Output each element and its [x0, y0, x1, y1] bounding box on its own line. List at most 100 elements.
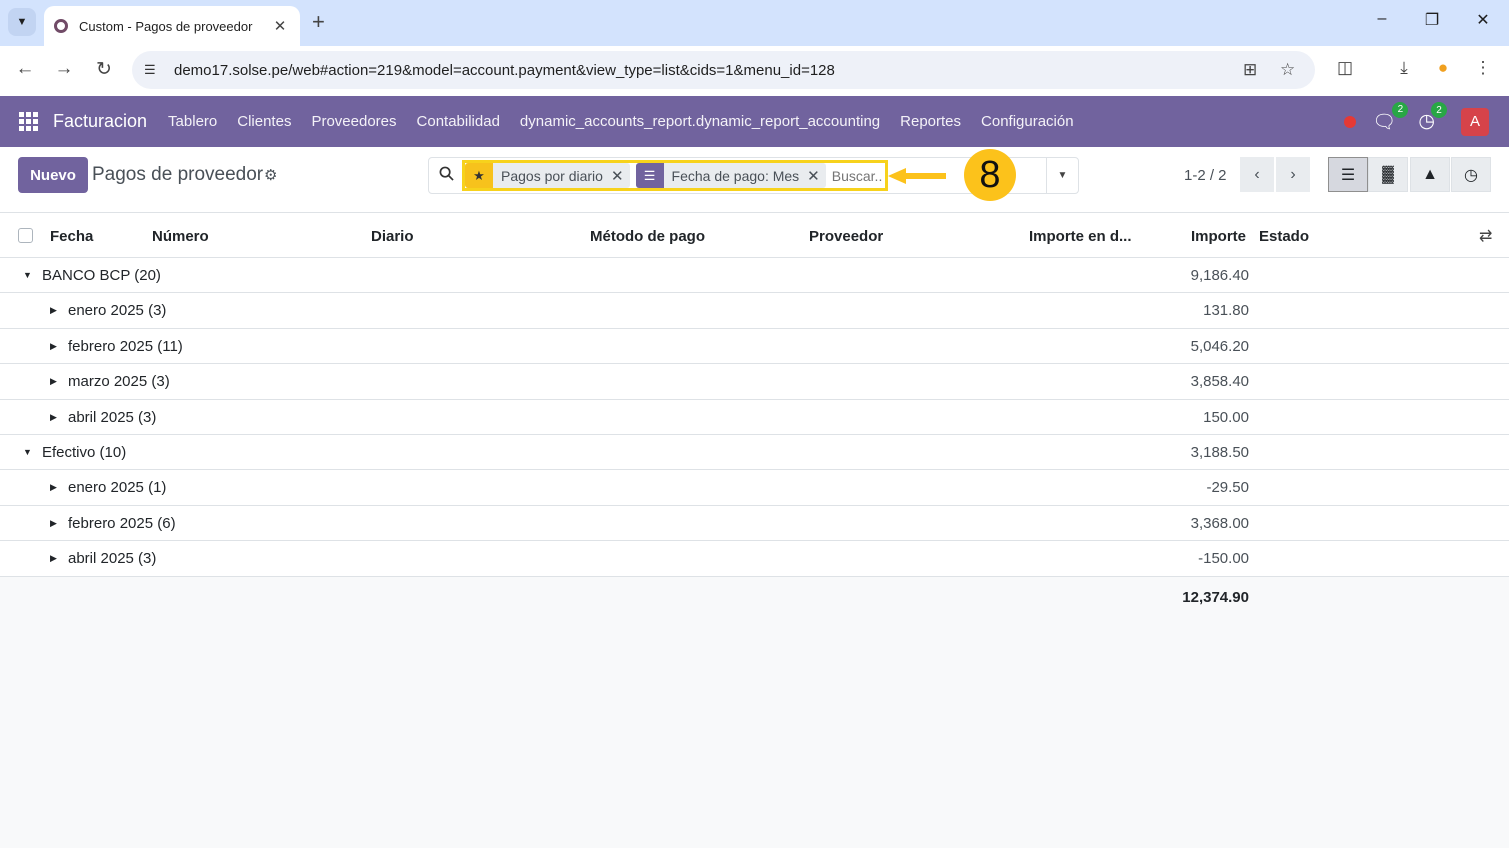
- messages-icon[interactable]: 🗨 2: [1372, 101, 1409, 134]
- caret-right-icon: ▶: [50, 482, 57, 493]
- subgroup-amount: 131.80: [1203, 302, 1249, 320]
- subgroup-amount: -150.00: [1198, 550, 1249, 568]
- group-label: BANCO BCP (20): [42, 267, 161, 284]
- subgroup-label: abril 2025 (3): [68, 408, 157, 426]
- star-icon: ★: [465, 163, 493, 188]
- column-diario[interactable]: Diario: [371, 228, 414, 245]
- menu-tablero[interactable]: Tablero: [168, 113, 217, 130]
- column-estado[interactable]: Estado: [1259, 228, 1309, 245]
- menu-dynamic-report[interactable]: dynamic_accounts_report.dynamic_report_a…: [520, 113, 880, 130]
- group-row[interactable]: ▼ BANCO BCP (20) 9,186.40: [0, 258, 1509, 294]
- menu-configuracion[interactable]: Configuración: [981, 113, 1074, 130]
- facet-group-by-fecha: ☰ Fecha de pago: Mes ✕: [635, 163, 826, 188]
- subgroup-row[interactable]: ▶ abril 2025 (3) 150.00: [0, 400, 1509, 435]
- kanban-view-icon[interactable]: ▓: [1368, 157, 1408, 192]
- bookmark-star-icon[interactable]: ☆: [1280, 60, 1295, 80]
- step-number-badge: 8: [964, 149, 1016, 201]
- back-icon[interactable]: ←: [12, 58, 38, 80]
- subgroup-row[interactable]: ▶ febrero 2025 (11) 5,046.20: [0, 329, 1509, 365]
- annotation-arrow-icon: [888, 168, 946, 184]
- caret-right-icon: ▶: [50, 517, 57, 528]
- caret-right-icon: ▶: [50, 411, 57, 422]
- user-avatar[interactable]: A: [1461, 107, 1489, 136]
- search-icon: [439, 166, 454, 181]
- group-amount: 3,188.50: [1190, 443, 1249, 461]
- pager-previous-icon[interactable]: ‹: [1240, 157, 1274, 192]
- menu-clientes[interactable]: Clientes: [237, 113, 291, 130]
- minimize-icon[interactable]: –: [1367, 10, 1397, 28]
- menu-contabilidad[interactable]: Contabilidad: [417, 113, 500, 130]
- install-app-icon[interactable]: ⊞: [1243, 60, 1257, 80]
- close-tab-icon[interactable]: ✕: [270, 17, 290, 35]
- subgroup-row[interactable]: ▶ febrero 2025 (6) 3,368.00: [0, 506, 1509, 542]
- new-tab-icon[interactable]: +: [312, 10, 325, 34]
- subgroup-amount: 5,046.20: [1190, 337, 1249, 355]
- column-proveedor[interactable]: Proveedor: [809, 228, 883, 245]
- caret-down-icon: ▼: [23, 270, 32, 280]
- subgroup-amount: -29.50: [1206, 479, 1249, 497]
- gear-icon[interactable]: ⚙: [264, 166, 277, 184]
- search-input[interactable]: [831, 167, 882, 184]
- profile-icon[interactable]: ●: [1432, 58, 1454, 78]
- restore-icon[interactable]: ❐: [1417, 10, 1447, 30]
- subgroup-label: febrero 2025 (11): [68, 337, 183, 355]
- column-metodo-pago[interactable]: Método de pago: [590, 228, 705, 245]
- new-button[interactable]: Nuevo: [18, 157, 88, 193]
- remove-facet-icon[interactable]: ✕: [611, 167, 630, 185]
- total-amount: 12,374.90: [1182, 589, 1249, 606]
- forward-icon[interactable]: →: [51, 58, 77, 80]
- tab-search-button[interactable]: ▼: [8, 8, 36, 36]
- url-text[interactable]: demo17.solse.pe/web#action=219&model=acc…: [174, 62, 835, 79]
- messages-badge: 2: [1392, 101, 1409, 118]
- menu-proveedores[interactable]: Proveedores: [311, 113, 396, 130]
- graph-view-icon[interactable]: ▲: [1410, 157, 1450, 192]
- recording-dot-icon: [1344, 115, 1357, 128]
- odoo-favicon-icon: [54, 19, 68, 33]
- browser-tab-bar: ▼ Custom - Pagos de proveedor ✕ + – ❐ ✕: [0, 0, 1509, 46]
- app-brand[interactable]: Facturacion: [53, 111, 147, 132]
- reload-icon[interactable]: ↻: [91, 58, 117, 81]
- menu-reportes[interactable]: Reportes: [900, 113, 961, 130]
- address-bar[interactable]: ☰ demo17.solse.pe/web#action=219&model=a…: [132, 51, 1315, 89]
- optional-columns-icon[interactable]: ⇄: [1479, 226, 1492, 246]
- column-importe-divisa[interactable]: Importe en d...: [1029, 228, 1132, 245]
- facet-label: Pagos por diario: [501, 167, 603, 184]
- list-view-icon[interactable]: ☰: [1328, 157, 1368, 192]
- pager-value[interactable]: 1-2 / 2: [1184, 167, 1227, 184]
- download-icon[interactable]: ⤓: [1393, 58, 1415, 78]
- close-window-icon[interactable]: ✕: [1468, 10, 1498, 30]
- subgroup-row[interactable]: ▶ abril 2025 (3) -150.00: [0, 541, 1509, 577]
- browser-tab[interactable]: Custom - Pagos de proveedor ✕: [44, 6, 300, 46]
- table-header: Fecha Número Diario Método de pago Prove…: [0, 213, 1509, 258]
- extensions-icon[interactable]: ◫: [1334, 58, 1356, 78]
- caret-right-icon: ▶: [50, 376, 57, 387]
- column-fecha[interactable]: Fecha: [50, 228, 93, 245]
- select-all-checkbox[interactable]: [18, 228, 33, 243]
- remove-facet-icon[interactable]: ✕: [807, 167, 826, 185]
- subgroup-label: febrero 2025 (6): [68, 514, 176, 532]
- activity-view-icon[interactable]: ◷: [1451, 157, 1491, 192]
- subgroup-amount: 3,368.00: [1190, 514, 1249, 532]
- column-numero[interactable]: Número: [152, 228, 209, 245]
- search-options-toggle[interactable]: ▼: [1046, 158, 1078, 193]
- group-amount: 9,186.40: [1190, 267, 1249, 284]
- table-body: ▼ BANCO BCP (20) 9,186.40 ▶ enero 2025 (…: [0, 258, 1509, 577]
- subgroup-label: enero 2025 (3): [68, 302, 167, 320]
- apps-grid-icon[interactable]: [19, 111, 39, 132]
- site-settings-icon[interactable]: ☰: [144, 62, 162, 78]
- subgroup-row[interactable]: ▶ enero 2025 (3) 131.80: [0, 293, 1509, 329]
- control-panel: Nuevo Pagos de proveedor ⚙ ★ Pagos por d…: [0, 147, 1509, 213]
- facet-group-by-diario: ★ Pagos por diario ✕: [465, 163, 630, 188]
- subgroup-row[interactable]: ▶ marzo 2025 (3) 3,858.40: [0, 364, 1509, 400]
- browser-toolbar: ← → ↻ ☰ demo17.solse.pe/web#action=219&m…: [0, 46, 1509, 96]
- activities-clock-icon[interactable]: ◷ 2: [1418, 102, 1447, 133]
- group-row[interactable]: ▼ Efectivo (10) 3,188.50: [0, 435, 1509, 471]
- facet-label: Fecha de pago: Mes: [671, 167, 800, 184]
- browser-menu-icon[interactable]: ⋮: [1472, 58, 1494, 78]
- page-title: Pagos de proveedor: [92, 164, 264, 185]
- subgroup-label: marzo 2025 (3): [68, 373, 170, 391]
- column-importe[interactable]: Importe: [1191, 228, 1246, 245]
- subgroup-row[interactable]: ▶ enero 2025 (1) -29.50: [0, 470, 1509, 506]
- activities-badge: 2: [1431, 102, 1447, 118]
- pager-next-icon[interactable]: ›: [1276, 157, 1310, 192]
